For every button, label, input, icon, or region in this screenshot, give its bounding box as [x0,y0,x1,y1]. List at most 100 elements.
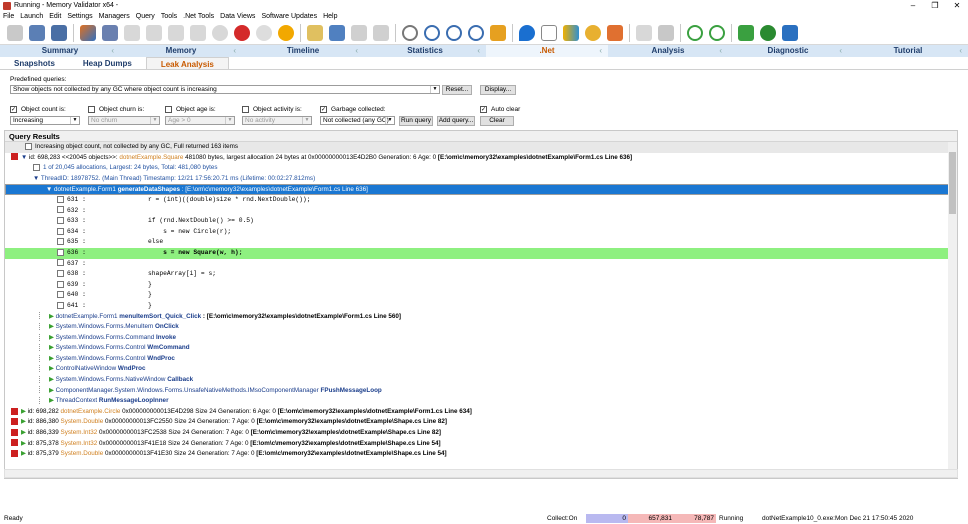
tab-diagnostic[interactable]: Diagnostic ‹ [728,45,848,57]
object-activity-checkbox[interactable] [242,106,249,113]
object-churn-select[interactable]: No churn ▼ [88,116,160,125]
expand-icon[interactable]: ▶ [49,387,56,394]
garbage-collected-select[interactable]: Not collected (any GC) ▼ [320,116,395,125]
minimize-button[interactable]: – [902,0,924,11]
source-line[interactable]: 631 : r = (int)((double)size * rnd.NextDo… [5,195,957,206]
tab-tutorial[interactable]: Tutorial ‹ [848,45,968,57]
result-item[interactable]: ▶ id: 698,282 dotnetExample.Circle 0x000… [5,407,957,418]
stack-frame-row[interactable]: ▶ System.Windows.Forms.Control WndProc [5,354,957,365]
expand-icon[interactable]: ▶ [49,365,56,372]
result-item[interactable]: ▶ id: 886,380 System.Double 0x0000000001… [5,417,957,428]
tab-statistics[interactable]: Statistics ‹ [364,45,486,57]
gc-full-icon[interactable] [709,24,725,41]
result-item[interactable]: ▶ id: 875,379 System.Double 0x0000000001… [5,449,957,460]
horizontal-scrollbar[interactable] [4,469,958,478]
maximize-button[interactable]: ❐ [924,0,946,11]
list-icon[interactable] [658,24,674,41]
expand-icon[interactable]: ▶ [49,376,56,383]
menu-data-views[interactable]: Data Views [220,13,255,20]
recycle-icon[interactable] [760,24,776,41]
expand-icon[interactable]: ▶ [49,344,56,351]
menu-query[interactable]: Query [136,13,155,20]
ruler-icon[interactable] [636,24,652,41]
tab-analysis[interactable]: Analysis ‹ [608,45,728,57]
gc-icon[interactable] [687,24,703,41]
source-line[interactable]: 637 : [5,259,957,270]
drop-icon[interactable] [519,24,535,41]
expand-icon[interactable]: ▶ [49,355,56,362]
source-line[interactable]: 633 : if (rnd.NextDouble() >= 0.5) [5,216,957,227]
scrollbar-thumb[interactable] [949,152,956,214]
stack-frame-row[interactable]: ▶ ComponentManager.System.Windows.Forms.… [5,386,957,397]
stop-icon[interactable] [234,24,250,41]
add-query-button[interactable]: Add query... [437,116,475,126]
stack-frame-row[interactable]: ▶ System.Windows.Forms.NativeWindow Call… [5,375,957,386]
grid-icon[interactable] [738,24,754,41]
result-item[interactable]: ▶ id: 875,378 System.Int32 0x00000000013… [5,439,957,450]
stack-frame-row[interactable]: ▶ System.Windows.Forms.MenuItem OnClick [5,322,957,333]
menu-software-updates[interactable]: Software Updates [261,13,317,20]
expand-icon[interactable]: ▶ [49,334,56,341]
net-icon[interactable] [607,24,623,41]
expand-icon[interactable]: ▶ [49,323,56,330]
camera-icon[interactable] [782,24,798,41]
run-query-button[interactable]: Run query [399,116,433,126]
source-line[interactable]: 636 : s = new Square(w, h); [5,247,957,259]
snapshot-icon[interactable] [329,24,345,41]
close-button[interactable]: ✕ [946,0,968,11]
tab-timeline[interactable]: Timeline ‹ [242,45,364,57]
menu-help[interactable]: Help [323,13,337,20]
tab-snapshots[interactable]: Snapshots [0,57,69,69]
auto-clear-checkbox[interactable]: ✓ [480,106,487,113]
object-activity-select[interactable]: No activity ▼ [242,116,312,125]
pause-icon[interactable] [278,24,294,41]
vertical-scrollbar[interactable] [948,142,957,478]
timer-icon[interactable] [212,24,228,41]
stack-frame-row[interactable]: ▶ dotnetExample.Form1 menuItemSort_Quick… [5,312,957,323]
garbage-collected-checkbox[interactable]: ✓ [320,106,327,113]
menu-edit[interactable]: Edit [49,13,61,20]
hex-icon[interactable] [541,24,557,41]
source-line[interactable]: 632 : [5,206,957,217]
expand-icon[interactable] [33,164,40,172]
allocation-summary[interactable]: 1 of 20,045 allocations, Largest: 24 byt… [5,163,957,174]
expand-icon[interactable]: ▶ [49,313,56,320]
source-line[interactable]: 641 :} [5,301,957,312]
expand-icon[interactable]: ▶ [21,429,28,436]
source-line[interactable]: 638 : shapeArray[i] = s; [5,269,957,280]
expand-icon[interactable] [25,142,32,150]
help-icon[interactable] [51,24,67,41]
predefined-queries-select[interactable]: Show objects not collected by any GC whe… [10,85,440,94]
zoom-in-icon[interactable] [424,24,440,41]
result-item[interactable]: ▼ id: 698,283 <<20045 objects>>: dotnetE… [5,153,957,164]
tab-leak-analysis[interactable]: Leak Analysis [145,57,229,69]
tab-summary[interactable]: Summary ‹ [0,45,120,57]
stack-frame-row[interactable]: ▶ ThreadContext RunMessageLoopInner [5,396,957,407]
pie-icon[interactable] [585,24,601,41]
blocks-icon[interactable] [373,24,389,41]
expand-icon[interactable]: ▶ [21,440,28,447]
expand-icon[interactable]: ▼ [46,186,54,193]
menu-launch[interactable]: Launch [20,13,43,20]
expand-icon[interactable]: ▶ [21,418,28,425]
zoom-icon[interactable] [446,24,462,41]
compare-icon[interactable] [490,24,506,41]
menu-net-tools[interactable]: .Net Tools [183,13,214,20]
tab-heap-dumps[interactable]: Heap Dumps [69,57,146,69]
object-churn-checkbox[interactable] [88,106,95,113]
object-count-select[interactable]: Increasing ▼ [10,116,80,125]
chart-icon[interactable] [307,24,323,41]
expand-icon[interactable]: ▼ [33,175,41,182]
play-icon[interactable] [256,24,272,41]
expand-icon[interactable]: ▶ [21,450,28,457]
settings-icon[interactable] [102,24,118,41]
expand-icon[interactable]: ▶ [21,408,28,415]
reset-button[interactable]: Reset... [442,85,472,95]
save-icon[interactable] [29,24,45,41]
object-age-checkbox[interactable] [165,106,172,113]
tool-icon[interactable] [146,24,162,41]
clear-button[interactable]: Clear [480,116,514,126]
menu-settings[interactable]: Settings [67,13,92,20]
thread-row[interactable]: ▼ ThreadID: 18978752. (Main Thread) Time… [5,174,957,185]
zoom-out-icon[interactable] [468,24,484,41]
